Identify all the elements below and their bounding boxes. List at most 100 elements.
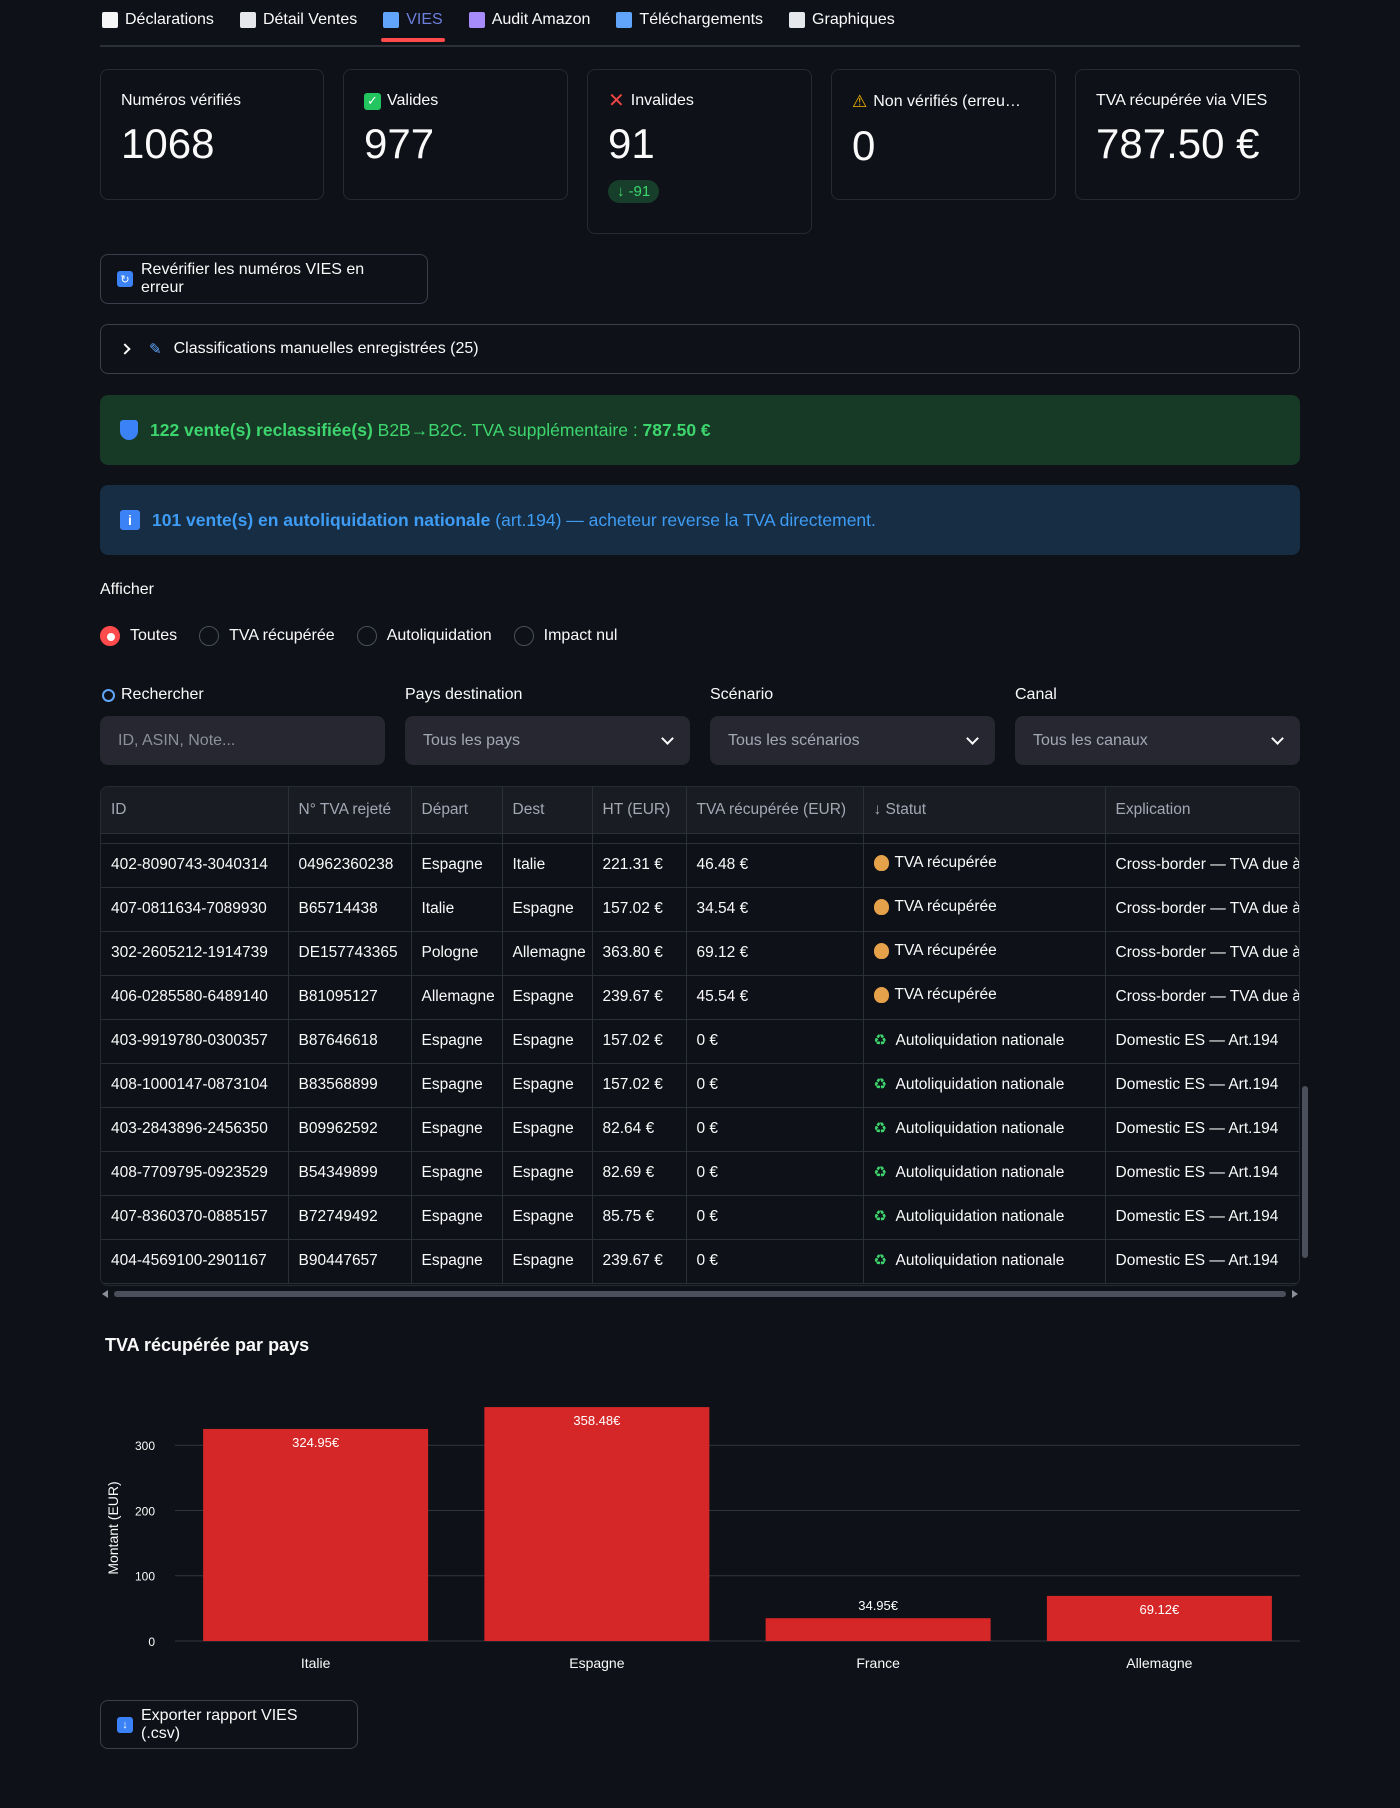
vies-table[interactable]: ID N° TVA rejeté Départ Dest HT (EUR) TVA réc…	[100, 786, 1300, 1286]
scroll-right-icon[interactable]	[1292, 1290, 1298, 1298]
table-cell: B65714438	[288, 887, 412, 932]
radio-dot[interactable]	[513, 626, 534, 646]
column-header[interactable]: HT (EUR)	[592, 787, 687, 834]
download-icon: ↓	[117, 1716, 133, 1733]
tab-d-tail-ventes[interactable]: Détail Ventes	[238, 0, 359, 40]
radio-option[interactable]: Impact nul	[513, 626, 617, 646]
table-cell: B83568899	[288, 1063, 412, 1108]
tab-vies[interactable]: VIES	[381, 0, 446, 42]
canal-select[interactable]: Tous les canaux	[1015, 716, 1300, 765]
radio-dot[interactable]	[199, 626, 220, 646]
data-label: 69.12€	[1139, 1602, 1180, 1617]
column-header[interactable]: TVA récupérée (EUR)	[686, 787, 864, 834]
table-cell: Allemagne	[411, 975, 503, 1020]
scenario-select[interactable]: Tous les scénarios	[710, 716, 995, 765]
money-bag-icon	[873, 943, 889, 959]
table-cell: Espagne	[502, 975, 593, 1020]
metric-valid-label: Valides	[387, 92, 439, 109]
column-header[interactable]: Explication	[1105, 787, 1299, 834]
table-cell: 69.12 €	[686, 931, 864, 976]
money-bag-icon	[873, 899, 889, 915]
scroll-left-icon[interactable]	[102, 1290, 108, 1298]
table-vertical-scrollbar[interactable]	[1302, 1086, 1308, 1258]
pays-label: Pays destination	[405, 686, 523, 703]
table-cell: Espagne	[502, 887, 593, 932]
table-cell: TVA récupérée	[863, 887, 1106, 932]
table-cell: ♻ Autoliquidation nationale	[863, 1063, 1106, 1108]
table-cell: Espagne	[411, 1239, 503, 1284]
table-cell: 403-9919780-0300357	[101, 1019, 289, 1064]
status-badge: ♻ Autoliquidation nationale	[874, 1164, 1065, 1182]
table-row[interactable]: 408-7709795-0923529 B54349899 Espagne Espag…	[101, 1151, 1299, 1196]
radio-option[interactable]: TVA récupérée	[199, 626, 335, 646]
radio-dot[interactable]	[356, 626, 377, 646]
table-row[interactable]: 407-0811634-7089930 B65714438 Italie Espagn…	[101, 887, 1299, 932]
success-bold: 122 vente(s) reclassifiée(s)	[150, 419, 373, 440]
table-cell: TVA récupérée	[863, 843, 1106, 888]
detective-icon	[468, 12, 485, 28]
table-cell: 157.02 €	[592, 1063, 687, 1108]
search-input[interactable]	[118, 731, 367, 750]
tab-label: Graphiques	[812, 11, 895, 28]
table-row[interactable]: 408-1000147-0873104 B83568899 Espagne Espag…	[101, 1063, 1299, 1108]
table-row[interactable]: 402-8090743-3040314 04962360238 Espagne Ita…	[101, 843, 1299, 888]
search-field	[100, 716, 385, 765]
table-row[interactable]: 403-2843896-2456350 B09962592 Espagne Espag…	[101, 1107, 1299, 1152]
table-cell: ♻ Autoliquidation nationale	[863, 1107, 1106, 1152]
radio-option[interactable]: Autoliquidation	[356, 626, 492, 646]
table-cell: ♻ Autoliquidation nationale	[863, 1019, 1106, 1064]
tab-d-clarations[interactable]: Déclarations	[100, 0, 216, 40]
y-axis-label: Montant (EUR)	[105, 1481, 121, 1574]
table-cell: 82.69 €	[592, 1151, 687, 1196]
table-cell: Espagne	[502, 1107, 593, 1152]
tab-graphiques[interactable]: Graphiques	[787, 0, 897, 40]
scroll-thumb[interactable]	[114, 1291, 1286, 1297]
status-badge: ♻ Autoliquidation nationale	[874, 1076, 1065, 1094]
table-cell: Espagne	[502, 1239, 593, 1284]
recycle-icon: ♻	[873, 1208, 887, 1225]
column-header[interactable]: ID	[101, 787, 289, 834]
column-header[interactable]: ↓ Statut	[863, 787, 1106, 834]
table-row[interactable]: 406-0285580-6489140 B81095127 Allemagne Esp…	[101, 975, 1299, 1020]
info-bold: 101 vente(s) en autoliquidation national…	[152, 509, 491, 530]
table-row[interactable]: 302-2605212-1914739 DE157743365 Pologne All…	[101, 931, 1299, 976]
chart-icon	[789, 12, 806, 28]
table-row[interactable]: 403-9919780-0300357 B87646618 Espagne Espag…	[101, 1019, 1299, 1064]
column-header[interactable]: Départ	[411, 787, 503, 834]
manual-classifications-expander[interactable]: ✎ Classifications manuelles enregistrées…	[100, 324, 1300, 374]
table-row[interactable]: 404-4569100-2901167 B90447657 Espagne Espag…	[101, 1239, 1299, 1284]
table-cell: 406-0285580-6489140	[101, 975, 289, 1020]
spacer-cell	[686, 833, 864, 844]
metric-recovered-value: 787.50 €	[1096, 120, 1260, 167]
table-cell: Domestic ES — Art.194	[1105, 1195, 1299, 1240]
canal-label: Canal	[1015, 686, 1057, 703]
table-horizontal-scrollbar[interactable]	[100, 1288, 1300, 1298]
table-cell: 157.02 €	[592, 887, 687, 932]
export-csv-button[interactable]: ↓ Exporter rapport VIES (.csv)	[100, 1700, 358, 1749]
filter-radio-group: Toutes TVA récupérée Autoliquidation Impact…	[100, 626, 617, 646]
table-cell: Cross-border — TVA due à	[1105, 975, 1299, 1020]
table-cell: Espagne	[411, 1019, 503, 1064]
column-header[interactable]: Dest	[502, 787, 593, 834]
column-header[interactable]: N° TVA rejeté	[288, 787, 412, 834]
tab-t-l-chargements[interactable]: Téléchargements	[614, 0, 765, 40]
tab-label: VIES	[406, 11, 443, 28]
radio-label: Autoliquidation	[386, 627, 492, 644]
radio-dot[interactable]	[100, 626, 120, 646]
tab-label: Détail Ventes	[262, 11, 358, 28]
metric-valid: ✓ Valides 977	[343, 69, 568, 200]
spacer-cell	[101, 833, 289, 844]
table-cell: Espagne	[411, 1195, 503, 1240]
status-badge: ♻ Autoliquidation nationale	[874, 1032, 1065, 1050]
table-cell: 157.02 €	[592, 1019, 687, 1064]
arrow-down-icon: ↓	[617, 183, 625, 200]
table-cell: B90447657	[288, 1239, 412, 1284]
table-row[interactable]: 407-8360370-0885157 B72749492 Espagne Espag…	[101, 1195, 1299, 1240]
spacer-cell	[863, 833, 1106, 844]
recheck-vies-button[interactable]: ↻ Revérifier les numéros VIES en erreur	[100, 254, 428, 304]
table-cell: 302-2605212-1914739	[101, 931, 289, 976]
pays-select[interactable]: Tous les pays	[405, 716, 690, 765]
table-cell: Domestic ES — Art.194	[1105, 1151, 1299, 1196]
radio-option[interactable]: Toutes	[100, 626, 177, 646]
tab-audit-amazon[interactable]: Audit Amazon	[467, 0, 593, 40]
